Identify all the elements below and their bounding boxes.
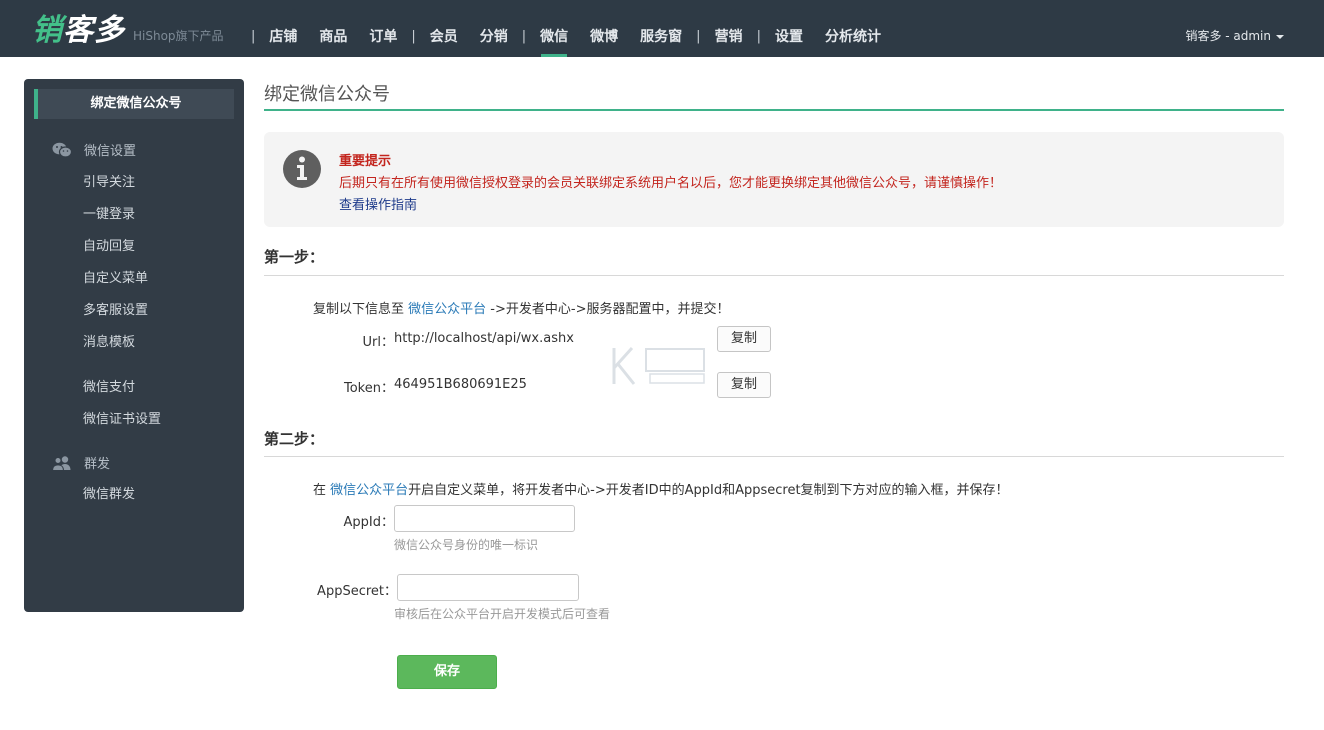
wechat-platform-link[interactable]: 微信公众平台: [330, 483, 408, 498]
users-icon: [52, 455, 71, 471]
sidebar-item-bind-wechat[interactable]: 绑定微信公众号: [34, 89, 234, 119]
nav-separator: |: [411, 29, 416, 44]
sidebar-item-mass-message[interactable]: 微信群发: [83, 483, 135, 502]
step-one-instructions: 复制以下信息至 微信公众平台 ->开发者中心->服务器配置中，并提交！: [313, 298, 729, 317]
instruction-text: 复制以下信息至: [313, 302, 409, 317]
url-value: http://localhost/api/wx.ashx: [394, 331, 574, 346]
appid-hint: 微信公众号身份的唯一标识: [394, 538, 539, 552]
nav-item-8[interactable]: 营销: [704, 0, 754, 57]
notice-title: 重要提示: [339, 154, 392, 169]
notice-text: 后期只有在所有使用微信授权登录的会员关联绑定系统用户名以后，您才能更换绑定其他微…: [339, 176, 1003, 191]
sidebar-group-wechat-settings: 微信设置: [52, 140, 136, 159]
token-label: Token：: [344, 381, 394, 396]
appsecret-input[interactable]: [397, 574, 579, 601]
sidebar-item-one-click-login[interactable]: 一键登录: [83, 203, 135, 222]
sidebar-group-label: 群发: [84, 457, 111, 472]
nav-separator: |: [251, 29, 256, 44]
nav-separator: |: [696, 29, 701, 44]
top-navigation-bar: 销客多 HiShop旗下产品 | 店铺 商品 订单 | 会员 分销 | 微信 微博 服务窗 | 营销 | 设…: [0, 0, 1324, 57]
sidebar-item-certificate[interactable]: 微信证书设置: [83, 408, 161, 427]
token-value: 464951B680691E25: [394, 377, 527, 392]
url-label: Url：: [362, 335, 394, 350]
step-two-title: 第二步：: [264, 430, 325, 448]
appsecret-label: AppSecret：: [317, 584, 397, 599]
nav-item-9[interactable]: 设置: [764, 0, 814, 57]
copy-token-button[interactable]: 复制: [717, 372, 771, 398]
nav-item-10[interactable]: 分析统计: [814, 0, 892, 57]
sidebar-group-mass-send: 群发: [52, 453, 110, 472]
logo-text: 销客多: [32, 13, 125, 48]
instruction-text: ->开发者中心->服务器配置中，并提交！: [486, 302, 730, 317]
step-one-title: 第一步：: [264, 248, 325, 266]
user-name: 销客多 - admin: [1185, 29, 1271, 43]
title-divider: [264, 109, 1284, 111]
nav-item-5[interactable]: 微信: [529, 0, 579, 57]
instruction-text: 开启自定义菜单，将开发者中心->开发者ID中的AppId和Appsecret复制…: [408, 483, 1009, 498]
wechat-platform-link[interactable]: 微信公众平台: [408, 302, 486, 317]
nav-separator: |: [521, 29, 527, 44]
info-icon: [283, 150, 321, 188]
nav-item-6[interactable]: 微博: [579, 0, 629, 57]
operation-guide-link[interactable]: 查看操作指南: [339, 194, 417, 213]
save-button[interactable]: 保存: [397, 655, 497, 689]
step-one-divider: [264, 275, 1284, 276]
nav-item-7[interactable]: 服务窗: [629, 0, 693, 57]
step-two-divider: [264, 456, 1284, 457]
user-menu[interactable]: 销客多 - admin: [1185, 0, 1284, 57]
watermark-logo-icon: [612, 346, 705, 385]
nav-item-1[interactable]: 商品: [308, 0, 358, 57]
sidebar-item-custom-menu[interactable]: 自定义菜单: [83, 267, 148, 286]
sidebar-item-customer-service[interactable]: 多客服设置: [83, 299, 148, 318]
nav-item-2[interactable]: 订单: [358, 0, 408, 57]
step-two-instructions: 在 微信公众平台开启自定义菜单，将开发者中心->开发者ID中的AppId和App…: [313, 479, 1009, 498]
instruction-text: 在: [313, 483, 331, 498]
main-nav: | 店铺 商品 订单 | 会员 分销 | 微信 微博 服务窗 | 营销 | 设置 分析统计: [248, 0, 892, 57]
wechat-icon: [52, 142, 72, 158]
sidebar-item-wechat-pay[interactable]: 微信支付: [83, 376, 135, 395]
nav-item-4[interactable]: 分销: [469, 0, 519, 57]
appid-label: AppId：: [343, 515, 394, 530]
logo-subtitle: HiShop旗下产品: [133, 29, 224, 43]
sidebar-group-label: 微信设置: [84, 144, 137, 159]
copy-url-button[interactable]: 复制: [717, 326, 771, 352]
appsecret-hint: 审核后在公众平台开启开发模式后可查看: [394, 607, 611, 621]
caret-down-icon: [1276, 34, 1284, 39]
sidebar: 绑定微信公众号 微信设置 引导关注 一键登录 自动回复 自定义菜单 多客服设置 …: [24, 79, 244, 612]
page-title: 绑定微信公众号: [264, 84, 390, 105]
appid-input[interactable]: [394, 505, 575, 532]
nav-item-0[interactable]: 店铺: [258, 0, 308, 57]
important-notice: 重要提示 后期只有在所有使用微信授权登录的会员关联绑定系统用户名以后，您才能更换…: [264, 132, 1284, 227]
nav-item-3[interactable]: 会员: [419, 0, 469, 57]
sidebar-item-message-template[interactable]: 消息模板: [83, 331, 135, 350]
sidebar-item-guide-follow[interactable]: 引导关注: [83, 171, 135, 190]
sidebar-item-auto-reply[interactable]: 自动回复: [83, 235, 135, 254]
nav-separator: |: [756, 29, 761, 44]
brand-logo[interactable]: 销客多 HiShop旗下产品: [32, 10, 224, 48]
